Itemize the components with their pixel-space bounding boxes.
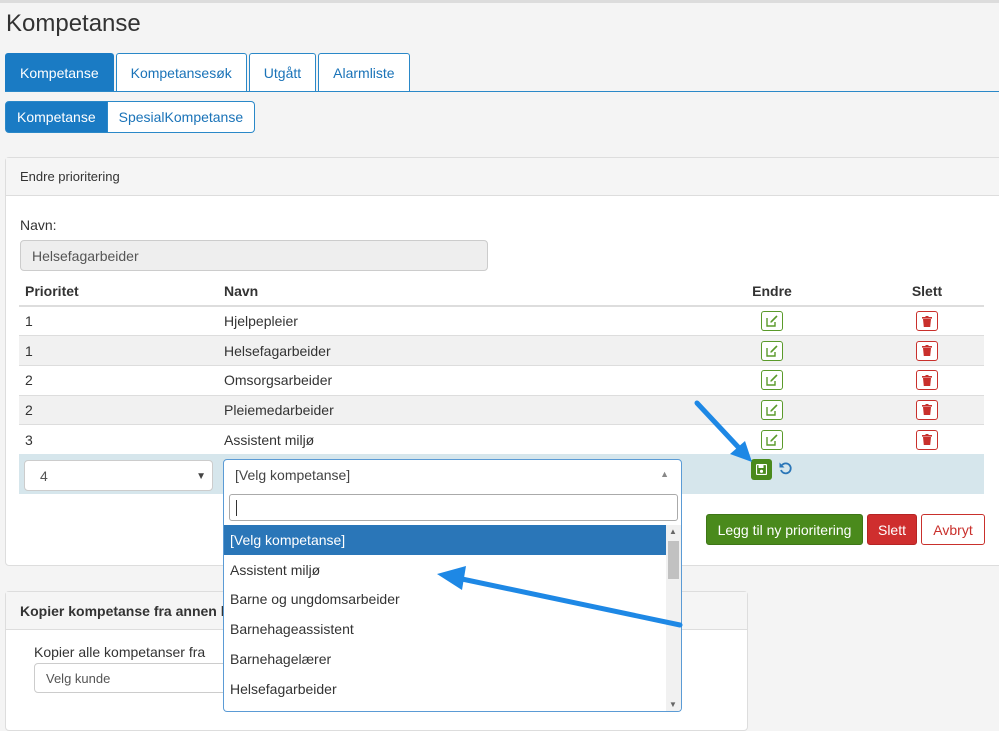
trash-icon — [922, 315, 932, 327]
edit-button[interactable] — [761, 429, 783, 450]
table-row: 1 Helsefagarbeider — [19, 335, 984, 366]
competence-select-value: [Velg kompetanse] — [235, 467, 351, 483]
competence-dropdown: [Velg kompetanse] Assistent miljø Barne … — [223, 490, 682, 712]
dropdown-search-input[interactable] — [229, 494, 678, 521]
tab-utgatt[interactable]: Utgått — [248, 53, 317, 92]
subtab-spesialkompetanse[interactable]: SpesialKompetanse — [107, 101, 256, 133]
save-icon — [756, 464, 767, 475]
table-row: 2 Omsorgsarbeider — [19, 364, 984, 396]
edit-icon — [766, 434, 778, 446]
edit-button[interactable] — [761, 399, 783, 420]
priority-table: Prioritet Navn Endre Slett 1 Hjelpepleie… — [19, 276, 984, 455]
name-label: Navn: — [20, 217, 57, 233]
edit-button[interactable] — [761, 311, 783, 332]
edit-icon — [766, 374, 778, 386]
header-name: Navn — [218, 276, 674, 307]
tab-kompetansesok[interactable]: Kompetansesøk — [115, 53, 247, 92]
top-border — [0, 0, 999, 3]
scroll-up-icon[interactable]: ▲ — [669, 527, 677, 536]
undo-icon[interactable] — [778, 460, 794, 476]
row-name: Helsefagarbeider — [218, 335, 674, 366]
priority-select[interactable]: 4 ▼ — [24, 460, 213, 491]
edit-icon — [766, 315, 778, 327]
row-name: Hjelpepleier — [218, 305, 674, 336]
dropdown-option[interactable]: Barnehagelærer — [224, 644, 666, 674]
table-row: 3 Assistent miljø — [19, 424, 984, 455]
panel-heading: Endre prioritering — [6, 158, 999, 196]
header-edit: Endre — [674, 276, 870, 307]
dropdown-options: [Velg kompetanse] Assistent miljø Barne … — [224, 525, 666, 704]
scrollbar-thumb[interactable] — [668, 541, 679, 579]
trash-icon — [922, 345, 932, 357]
subtab-kompetanse[interactable]: Kompetanse — [5, 101, 108, 133]
edit-button[interactable] — [761, 340, 783, 361]
tab-alarmliste[interactable]: Alarmliste — [318, 53, 410, 92]
table-header-row: Prioritet Navn Endre Slett — [19, 276, 984, 307]
main-tabs: Kompetanse Kompetansesøk Utgått Alarmlis… — [5, 53, 412, 92]
text-cursor — [236, 500, 237, 516]
row-priority: 2 — [19, 394, 218, 425]
row-name: Omsorgsarbeider — [218, 364, 674, 396]
row-name: Pleiemedarbeider — [218, 394, 674, 425]
row-priority: 2 — [19, 364, 218, 396]
dropdown-option[interactable]: Assistent miljø — [224, 555, 666, 585]
add-priority-button[interactable]: Legg til ny prioritering — [706, 514, 863, 545]
copy-label: Kopier alle kompetanser fra — [34, 644, 206, 660]
competence-select[interactable]: [Velg kompetanse] ▲ — [223, 459, 682, 491]
dropdown-option[interactable]: Barne og ungdomsarbeider — [224, 585, 666, 615]
trash-icon — [922, 374, 932, 386]
priority-select-value: 4 — [40, 467, 48, 484]
page-title: Kompetanse — [6, 10, 141, 37]
chevron-down-icon: ▼ — [196, 471, 206, 482]
row-priority: 1 — [19, 335, 218, 366]
delete-button[interactable] — [916, 429, 938, 450]
delete-button[interactable] — [916, 399, 938, 420]
edit-button[interactable] — [761, 370, 783, 391]
name-field: Helsefagarbeider — [20, 240, 488, 271]
tabs-divider — [5, 91, 999, 92]
row-priority: 3 — [19, 424, 218, 455]
trash-icon — [922, 434, 932, 446]
table-row: 1 Hjelpepleier — [19, 305, 984, 336]
delete-button[interactable] — [916, 370, 938, 391]
trash-icon — [922, 404, 932, 416]
header-delete: Slett — [870, 276, 984, 307]
chevron-up-icon: ▲ — [660, 469, 669, 479]
save-button[interactable] — [751, 459, 772, 480]
scroll-down-icon[interactable]: ▼ — [669, 700, 677, 709]
edit-icon — [766, 344, 778, 357]
dropdown-option[interactable]: Helsefagarbeider — [224, 674, 666, 704]
dropdown-scrollbar[interactable]: ▲ ▼ — [666, 525, 681, 711]
row-name: Assistent miljø — [218, 424, 674, 455]
sub-tabs: Kompetanse SpesialKompetanse — [5, 101, 256, 133]
dropdown-option[interactable]: Barnehageassistent — [224, 614, 666, 644]
delete-button[interactable]: Slett — [867, 514, 917, 545]
tab-kompetanse[interactable]: Kompetanse — [5, 53, 114, 92]
table-row: 2 Pleiemedarbeider — [19, 394, 984, 425]
cancel-button[interactable]: Avbryt — [921, 514, 985, 545]
edit-icon — [766, 404, 778, 416]
dropdown-option[interactable]: [Velg kompetanse] — [224, 525, 666, 555]
header-priority: Prioritet — [19, 276, 218, 307]
delete-button[interactable] — [916, 340, 938, 361]
row-priority: 1 — [19, 305, 218, 336]
delete-button[interactable] — [916, 311, 938, 332]
